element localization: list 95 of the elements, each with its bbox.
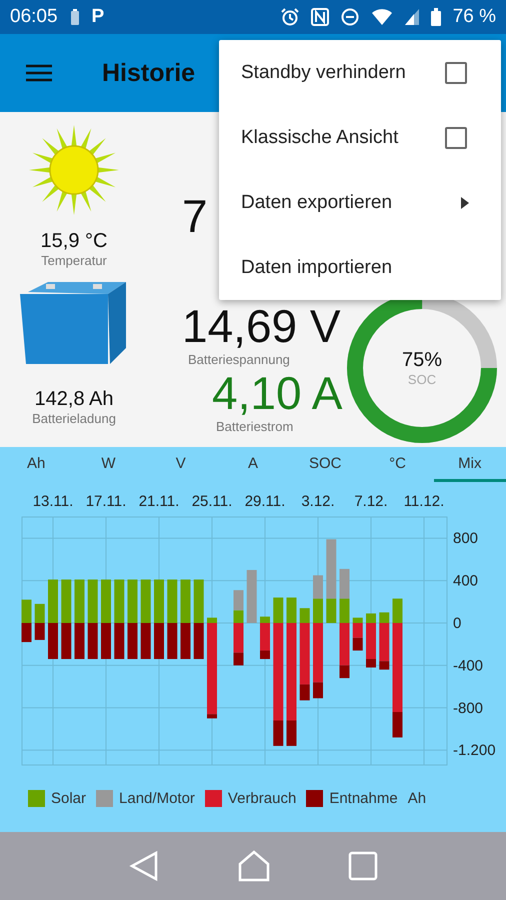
- chart-bar: [34, 604, 45, 623]
- current-label: Batteriestrom: [216, 419, 294, 434]
- chart-bar: [88, 580, 98, 623]
- current-value: 4,10 A: [212, 367, 342, 419]
- y-axis-label: 400: [453, 572, 478, 590]
- x-axis-label: 3.12.: [301, 493, 335, 510]
- menu-item[interactable]: Daten importieren: [219, 235, 501, 300]
- chart-bar: [34, 622, 45, 640]
- x-axis-label: 21.11.: [138, 493, 180, 510]
- battery-icon: [430, 8, 441, 26]
- chart-bar: [22, 622, 32, 642]
- legend-swatch: [306, 790, 324, 807]
- tab[interactable]: SOC: [289, 447, 362, 482]
- battery-saver-icon: [70, 8, 80, 26]
- menu-item[interactable]: Klassische Ansicht: [219, 105, 501, 170]
- x-axis-label: 13.11.: [32, 493, 74, 510]
- battery-percentage: 76 %: [452, 6, 496, 28]
- screen-title: Historie: [102, 58, 196, 88]
- temperature-value: 15,9 °C: [40, 230, 108, 253]
- chart-bar: [48, 622, 58, 660]
- chart-bar: [48, 580, 58, 623]
- back-icon[interactable]: [128, 850, 160, 882]
- chart-bar: [114, 622, 124, 660]
- chart-bar: [180, 622, 190, 660]
- y-axis-label: -400: [453, 657, 484, 674]
- chart-bar: [340, 568, 350, 599]
- charge-label: Batterieladung: [32, 411, 116, 426]
- chart-bar: [101, 580, 111, 623]
- wifi-icon: [370, 8, 393, 26]
- menu-item[interactable]: Daten exportieren: [219, 170, 501, 235]
- chart-bar: [128, 580, 138, 623]
- tab[interactable]: W: [72, 447, 145, 482]
- tab[interactable]: °C: [361, 447, 434, 482]
- checkbox[interactable]: [445, 126, 467, 148]
- home-icon[interactable]: [236, 850, 271, 882]
- y-axis-label: -1.200: [453, 742, 496, 760]
- tab[interactable]: V: [144, 447, 217, 482]
- alarm-icon: [280, 8, 299, 26]
- chart-bar: [74, 580, 84, 623]
- soc-label: SOC: [408, 372, 436, 387]
- chart-bar: [167, 580, 178, 623]
- legend-swatch: [204, 790, 222, 807]
- sun-icon: [28, 124, 120, 216]
- chart-bar: [167, 622, 178, 660]
- legend-swatch: [28, 790, 45, 807]
- chart-bar: [352, 638, 363, 651]
- chart-bar: [22, 600, 32, 623]
- temperature-label: Temperatur: [41, 253, 107, 268]
- do-not-disturb-icon: [340, 8, 359, 26]
- chart-bar: [246, 570, 257, 623]
- chart-bar: [194, 622, 204, 660]
- chart-bar: [180, 580, 190, 623]
- chart-bar: [101, 622, 111, 660]
- x-axis-label: 11.12.: [404, 493, 444, 510]
- chart-bar: [114, 580, 124, 623]
- chart-bar: [88, 622, 98, 660]
- x-axis-label: 29.11.: [244, 493, 286, 510]
- status-time: 06:05: [10, 6, 58, 28]
- chart-bar: [313, 575, 323, 599]
- chart-bar: [61, 622, 72, 660]
- tab[interactable]: Ah: [0, 447, 72, 482]
- legend-label: Land/Motor: [119, 790, 195, 807]
- legend-label: Verbrauch: [228, 790, 296, 807]
- chart-bar: [61, 580, 72, 623]
- legend-label: Solar: [51, 790, 86, 807]
- chart-bar: [74, 622, 84, 660]
- y-axis-label: -800: [453, 700, 484, 717]
- legend-label: Entnahme: [329, 790, 398, 807]
- soc-value: 75%: [402, 349, 442, 372]
- chart-bar: [140, 580, 151, 623]
- tab[interactable]: A: [216, 447, 290, 482]
- chart-bar: [140, 622, 151, 660]
- recents-icon[interactable]: [348, 851, 378, 881]
- charge-value: 142,8 Ah: [34, 388, 114, 411]
- menu-item[interactable]: Standby verhindern: [219, 40, 501, 105]
- y-axis-label: 800: [453, 530, 478, 548]
- chart-bar: [128, 622, 138, 660]
- value-text: 7: [182, 190, 208, 242]
- voltage-value: 14,69 V: [182, 300, 341, 352]
- unit-label: Ah: [408, 790, 426, 807]
- voltage-label: Batteriespannung: [188, 352, 290, 367]
- notification-icon: P: [92, 6, 104, 28]
- x-axis-label: 17.11.: [86, 493, 126, 510]
- signal-icon: [404, 9, 419, 25]
- chart-bar: [154, 622, 164, 660]
- y-axis-label: 0: [453, 614, 462, 632]
- x-axis-label: 7.12.: [354, 493, 388, 510]
- x-axis-label: 25.11.: [192, 493, 232, 510]
- checkbox[interactable]: [445, 62, 467, 84]
- menu-icon[interactable]: [26, 64, 52, 82]
- legend-swatch: [96, 790, 114, 807]
- chart-bar: [194, 580, 204, 623]
- nfc-icon: [310, 8, 329, 26]
- submenu-arrow-icon: [461, 196, 469, 208]
- chart-bar: [154, 580, 164, 623]
